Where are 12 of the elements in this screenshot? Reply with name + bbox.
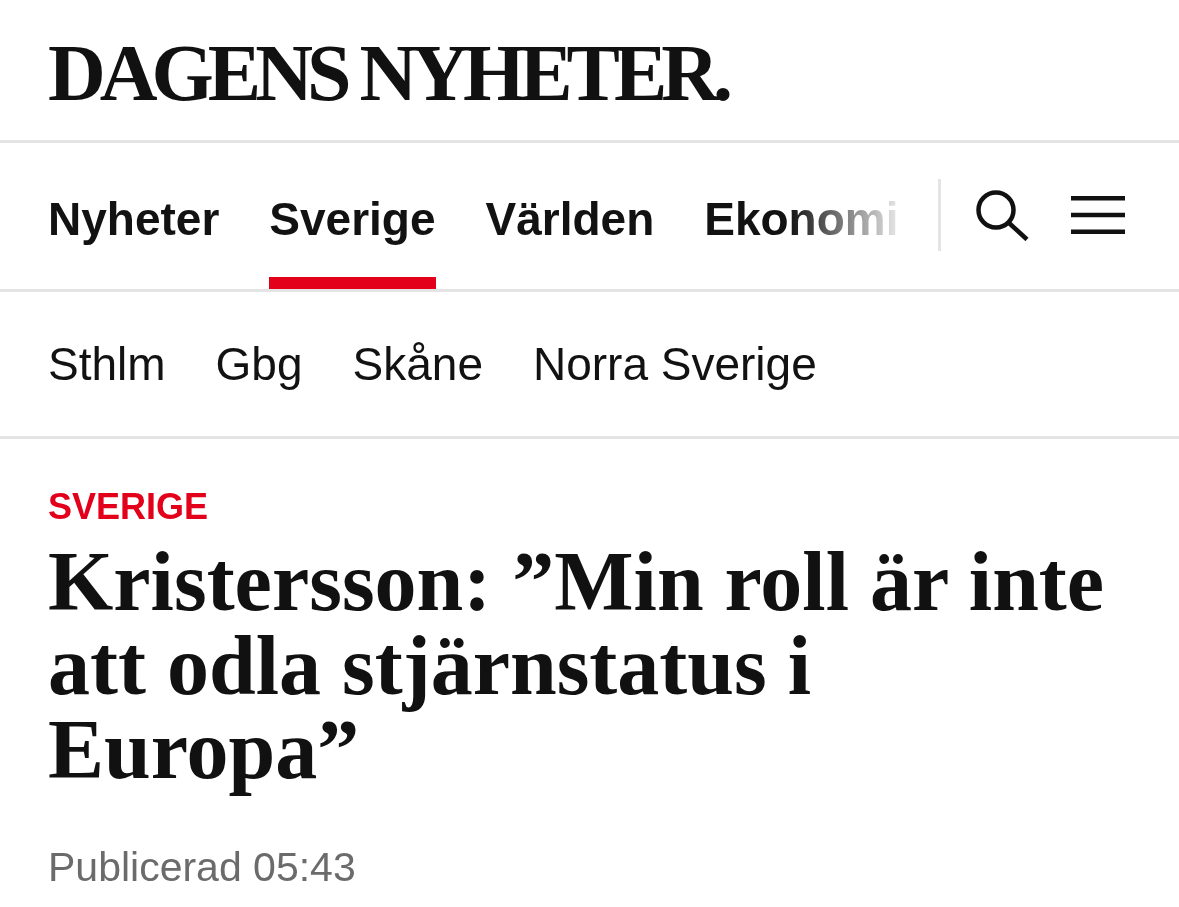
nav-tab[interactable]: Nyheter [48,192,220,289]
menu-icon[interactable] [1071,196,1125,234]
subnav-link[interactable]: Norra Sverige [533,336,817,392]
subnav-link[interactable]: Sthlm [48,336,166,392]
publish-time: Publicerad 05:43 [48,843,356,892]
site-logo[interactable]: DAGENS NYHETER. [48,33,728,113]
subnav-link[interactable]: Gbg [215,336,303,392]
nav-tab[interactable]: Världen [485,192,655,289]
section-label[interactable]: SVERIGE [48,485,209,528]
nav-tab[interactable]: Ekonomi [704,192,899,289]
search-icon[interactable] [975,189,1029,241]
subnav-link[interactable]: Skåne [352,336,483,392]
